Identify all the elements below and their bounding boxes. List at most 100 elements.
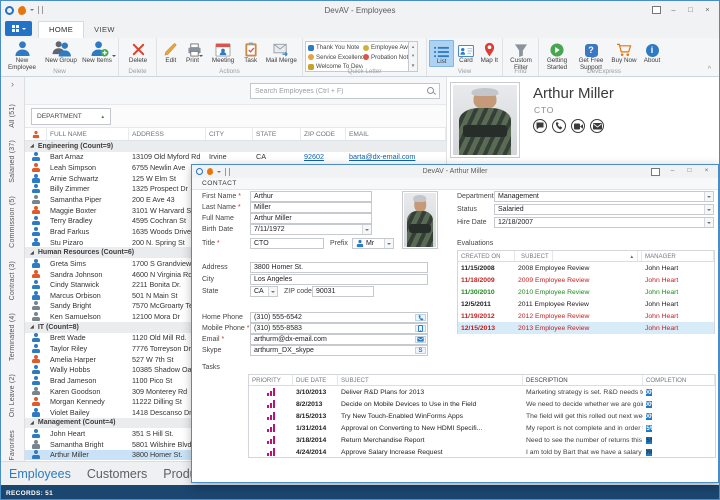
title-field[interactable]: CTO	[250, 238, 324, 249]
column-header-state[interactable]: STATE	[253, 128, 301, 140]
new-group-button[interactable]: New Group	[41, 40, 81, 65]
card-view-button[interactable]: Card	[454, 40, 477, 65]
task-row[interactable]: 3/18/2014 Return Merchandise Report Need…	[249, 434, 715, 446]
dropdown-icon[interactable]	[268, 287, 277, 296]
employee-zip-link[interactable]: 92602	[301, 152, 346, 161]
employee-row[interactable]: ◢ Bart Arnaz 13109 Old Myford Rd Irvine …	[25, 152, 446, 163]
close-icon[interactable]: ×	[700, 4, 715, 16]
edit-button[interactable]: Edit	[159, 40, 183, 65]
column-header-subject[interactable]: SUBJECT▲	[515, 251, 642, 261]
search-input[interactable]	[251, 88, 426, 95]
address-field[interactable]: 3800 Homer St.	[250, 262, 428, 273]
dropdown-icon[interactable]	[704, 205, 713, 214]
email-field[interactable]: arthurm@dx-email.com	[250, 334, 428, 345]
ribbon-collapse-icon[interactable]: ^	[708, 66, 711, 73]
full-name-field[interactable]: Arthur Miller	[250, 213, 372, 224]
hire-date-field[interactable]: 12/18/2007	[494, 217, 714, 228]
prefix-field[interactable]: Mr	[352, 238, 394, 249]
qat-customize-icon[interactable]	[225, 168, 230, 176]
column-header-description[interactable]: DESCRIPTION	[523, 375, 643, 385]
evaluation-row[interactable]: 12/15/2013 2013 Employee Review John Hea…	[458, 322, 714, 334]
map-it-button[interactable]: Map It	[478, 40, 501, 65]
skype-field[interactable]: arthurm_DX_skype S	[250, 345, 428, 356]
phone-icon[interactable]	[552, 119, 566, 133]
column-header-city[interactable]: CITY	[206, 128, 253, 140]
column-header-priority[interactable]: PRIORITY	[249, 375, 293, 385]
mobile-phone-field[interactable]: (310) 555-8583	[250, 323, 428, 334]
evaluation-row[interactable]: 11/30/2010 2010 Employee Review John Hea…	[458, 286, 714, 298]
qat-dropdown-icon[interactable]	[30, 9, 34, 13]
tab-view[interactable]: VIEW	[84, 22, 125, 38]
mail-merge-button[interactable]: Mail Merge	[262, 40, 301, 65]
meeting-button[interactable]: Meeting	[206, 40, 240, 65]
video-icon[interactable]	[571, 119, 585, 133]
send-email-icon[interactable]	[415, 336, 426, 343]
quick-letter-item[interactable]: Service Excellence	[308, 53, 363, 63]
dropdown-icon[interactable]	[384, 239, 393, 248]
employee-email-link[interactable]: barta@dx-email.com	[346, 152, 446, 161]
task-row[interactable]: 8/15/2013 Try New Touch-Enabled WinForms…	[249, 410, 715, 422]
column-header-full-name[interactable]: FULL NAME	[47, 128, 129, 140]
column-header-address[interactable]: ADDRESS	[129, 128, 206, 140]
home-phone-field[interactable]: (310) 555-6542	[250, 312, 428, 323]
buy-now-button[interactable]: Buy Now	[609, 40, 639, 65]
birth-date-field[interactable]: 7/11/1972	[250, 224, 372, 235]
group-expand-icon[interactable]: ◢	[30, 324, 34, 330]
quick-letter-item[interactable]: Thank You Note	[308, 43, 363, 53]
first-name-field[interactable]: Arthur	[250, 191, 372, 202]
maximize-icon[interactable]: □	[682, 167, 697, 177]
dropdown-icon[interactable]	[362, 225, 371, 234]
skype-icon[interactable]: S	[415, 347, 426, 354]
column-header-manager[interactable]: MANAGER	[642, 251, 714, 261]
column-header-due-date[interactable]: DUE DATE	[293, 375, 338, 385]
gallery-scroll-up-icon[interactable]: ▴	[412, 45, 414, 50]
employee-type-column-header[interactable]	[25, 128, 47, 140]
sidebar-item-salaried[interactable]: Salaried (37)	[9, 140, 16, 183]
sidebar-item-all[interactable]: All (51)	[9, 104, 16, 128]
sidebar-item-on-leave[interactable]: On Leave (2)	[9, 374, 16, 417]
display-options-icon[interactable]	[649, 4, 664, 16]
last-name-field[interactable]: Miller	[250, 202, 372, 213]
employee-row[interactable]: ◢ Engineering (Count=9)	[25, 141, 446, 152]
sidebar-expand-icon[interactable]: ›	[11, 79, 14, 89]
task-row[interactable]: 1/31/2014 Approval on Converting to New …	[249, 422, 715, 434]
task-button[interactable]: Task	[240, 40, 262, 65]
app-menu-button[interactable]	[5, 21, 32, 36]
chat-icon[interactable]	[533, 119, 547, 133]
task-row[interactable]: 4/24/2014 Approve Salary Increase Reques…	[249, 446, 715, 458]
evaluation-row[interactable]: 11/15/2008 2008 Employee Review John Hea…	[458, 262, 714, 274]
tab-home[interactable]: HOME	[38, 21, 84, 38]
maximize-icon[interactable]: □	[683, 4, 698, 16]
quick-letter-item[interactable]: Employee Award	[363, 43, 408, 53]
group-expand-icon[interactable]: ◢	[30, 250, 34, 256]
gallery-scroll-down-icon[interactable]: ▾	[412, 54, 414, 59]
evaluation-row[interactable]: 12/5/2011 2011 Employee Review John Hear…	[458, 298, 714, 310]
department-field[interactable]: Management	[494, 191, 714, 202]
group-expand-icon[interactable]: ◢	[30, 420, 34, 426]
task-row[interactable]: 3/10/2013 Deliver R&D Plans for 2013 Mar…	[249, 386, 715, 398]
close-icon[interactable]: ×	[699, 167, 714, 177]
evaluation-row[interactable]: 11/18/2009 2009 Employee Review John Hea…	[458, 274, 714, 286]
state-field[interactable]: CA	[250, 286, 278, 297]
column-header-completion[interactable]: COMPLETION	[643, 375, 715, 385]
evaluation-row[interactable]: 11/19/2012 2012 Employee Review John Hea…	[458, 310, 714, 322]
column-header-zip[interactable]: ZIP CODE	[301, 128, 346, 140]
display-options-icon[interactable]	[648, 167, 663, 177]
tab-employees[interactable]: Employees	[9, 467, 71, 481]
minimize-icon[interactable]: –	[665, 167, 680, 177]
search-icon[interactable]	[426, 86, 436, 96]
group-expand-icon[interactable]: ◢	[30, 143, 34, 149]
delete-button[interactable]: Delete	[121, 40, 155, 65]
column-header-created-on[interactable]: CREATED ON	[458, 251, 515, 261]
quick-letter-item[interactable]: Probation Notice	[363, 53, 408, 63]
list-view-button[interactable]: List	[429, 40, 454, 67]
new-items-button[interactable]: New Items	[81, 40, 117, 65]
mobile-phone-icon[interactable]	[415, 325, 426, 332]
dropdown-icon[interactable]	[704, 218, 713, 227]
city-field[interactable]: Los Angeles	[250, 274, 428, 285]
sidebar-item-contract[interactable]: Contract (3)	[9, 261, 16, 300]
dropdown-icon[interactable]	[704, 192, 713, 201]
sidebar-item-terminated[interactable]: Terminated (4)	[9, 313, 16, 361]
task-row[interactable]: 8/2/2013 Decide on Mobile Devices to Use…	[249, 398, 715, 410]
sidebar-item-commission[interactable]: Commission (5)	[9, 196, 16, 248]
